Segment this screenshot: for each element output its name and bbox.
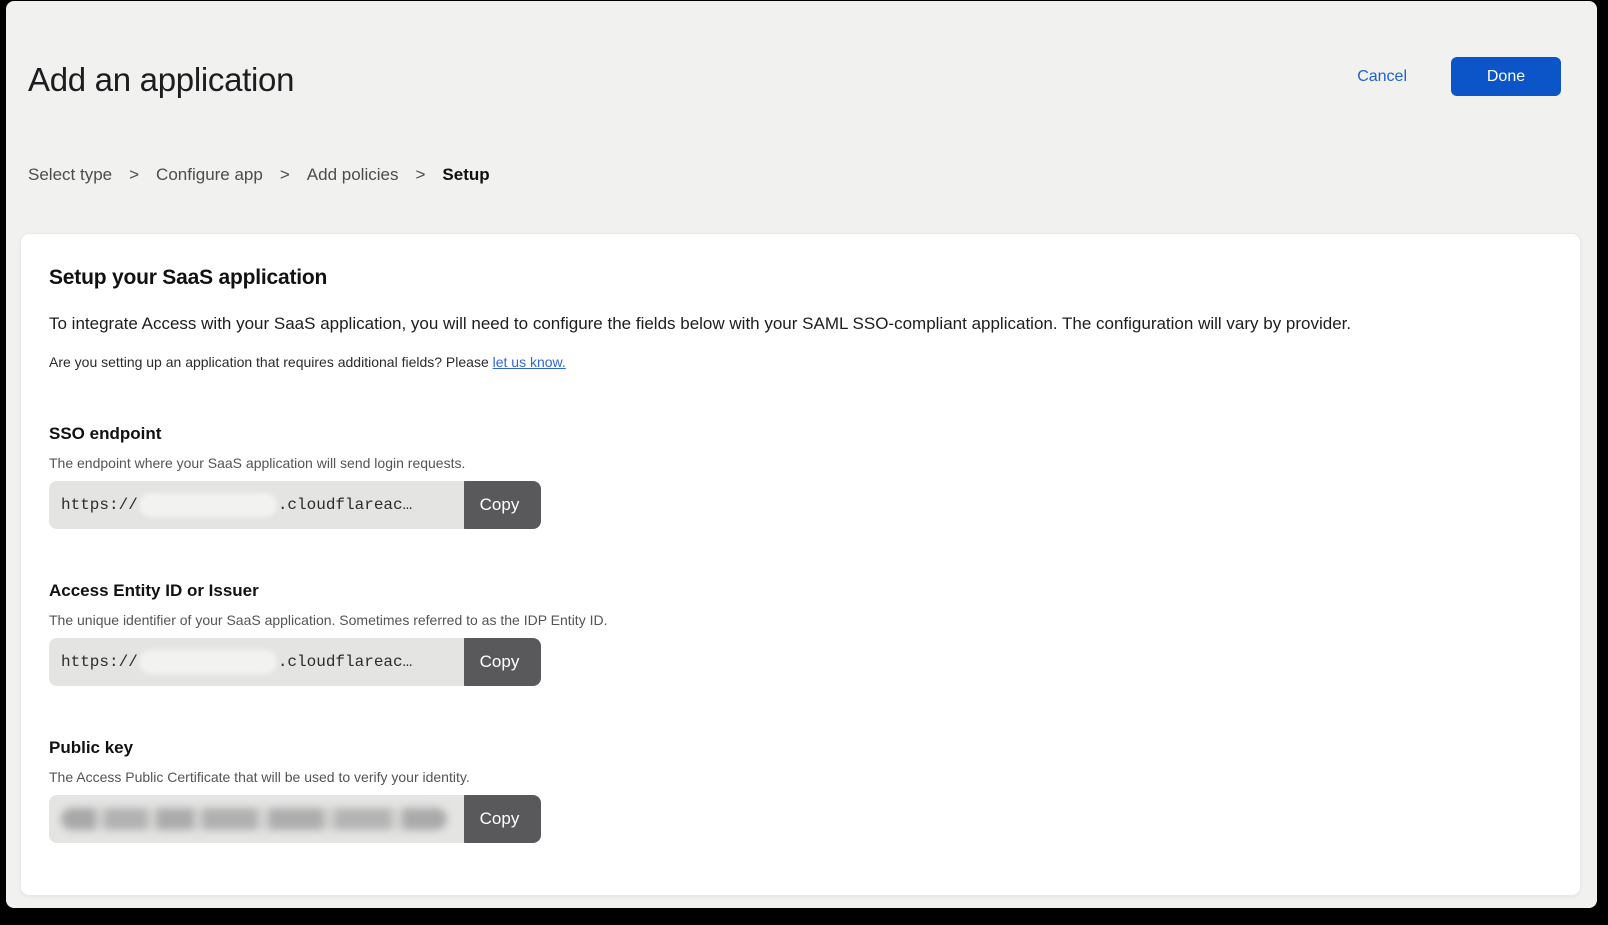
sso-endpoint-label: SSO endpoint	[49, 424, 1552, 444]
setup-card: Setup your SaaS application To integrate…	[20, 233, 1581, 896]
redacted-text-blur	[139, 493, 277, 517]
public-key-copy-button[interactable]: Copy	[458, 795, 541, 843]
public-key-input-group: Copy	[49, 795, 541, 843]
breadcrumb-item-configure-app[interactable]: Configure app	[156, 165, 263, 185]
url-prefix: https://	[61, 653, 138, 671]
done-button[interactable]: Done	[1451, 57, 1561, 96]
access-entity-id-copy-button[interactable]: Copy	[458, 638, 541, 686]
header-actions: Cancel Done	[1357, 57, 1561, 96]
breadcrumb-separator: >	[129, 165, 139, 185]
sso-endpoint-value[interactable]: https:// .cloudflareac…	[49, 481, 464, 529]
url-suffix: .cloudflareac…	[278, 496, 412, 514]
redacted-text-blur	[61, 808, 447, 830]
card-heading: Setup your SaaS application	[49, 266, 1552, 290]
let-us-know-link[interactable]: let us know.	[493, 354, 566, 370]
breadcrumb-separator: >	[280, 165, 290, 185]
access-entity-id-input-group: https:// .cloudflareac… Copy	[49, 638, 541, 686]
breadcrumb-item-setup[interactable]: Setup	[442, 165, 489, 185]
breadcrumb-item-select-type[interactable]: Select type	[28, 165, 112, 185]
public-key-description: The Access Public Certificate that will …	[49, 769, 1552, 785]
breadcrumb-item-add-policies[interactable]: Add policies	[307, 165, 399, 185]
access-entity-id-field: Access Entity ID or Issuer The unique id…	[49, 581, 1552, 686]
redacted-text-blur	[139, 650, 277, 674]
sso-endpoint-copy-button[interactable]: Copy	[458, 481, 541, 529]
access-entity-id-label: Access Entity ID or Issuer	[49, 581, 1552, 601]
card-note: Are you setting up an application that r…	[49, 354, 1552, 370]
page-title: Add an application	[28, 61, 1561, 99]
public-key-value[interactable]	[49, 795, 464, 843]
access-entity-id-description: The unique identifier of your SaaS appli…	[49, 612, 1552, 628]
sso-endpoint-input-group: https:// .cloudflareac… Copy	[49, 481, 541, 529]
note-text: Are you setting up an application that r…	[49, 354, 493, 370]
public-key-label: Public key	[49, 738, 1552, 758]
sso-endpoint-field: SSO endpoint The endpoint where your Saa…	[49, 424, 1552, 529]
sso-endpoint-description: The endpoint where your SaaS application…	[49, 455, 1552, 471]
public-key-field: Public key The Access Public Certificate…	[49, 738, 1552, 843]
breadcrumb: Select type > Configure app > Add polici…	[6, 165, 1597, 185]
access-entity-id-value[interactable]: https:// .cloudflareac…	[49, 638, 464, 686]
page-header: Add an application Cancel Done	[6, 1, 1597, 99]
breadcrumb-separator: >	[415, 165, 425, 185]
page: Add an application Cancel Done Select ty…	[6, 1, 1597, 908]
cancel-button[interactable]: Cancel	[1357, 68, 1407, 86]
url-suffix: .cloudflareac…	[278, 653, 412, 671]
url-prefix: https://	[61, 496, 138, 514]
card-intro-text: To integrate Access with your SaaS appli…	[49, 313, 1552, 335]
